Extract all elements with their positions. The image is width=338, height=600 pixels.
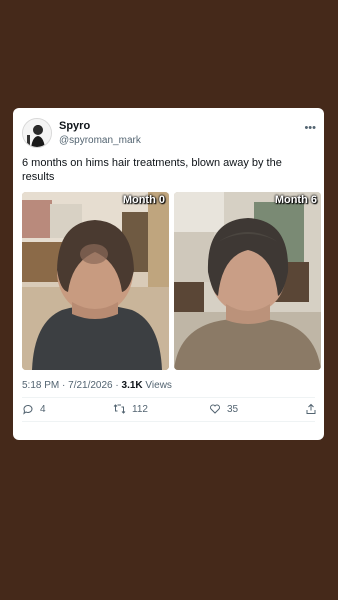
- views-label: Views: [142, 380, 172, 391]
- avatar[interactable]: [22, 118, 52, 148]
- author-handle[interactable]: @spyroman_mark: [59, 135, 141, 146]
- before-photo[interactable]: Month 0: [22, 192, 169, 370]
- divider: [22, 397, 315, 398]
- author-name[interactable]: Spyro: [59, 120, 90, 132]
- repost-icon: [113, 404, 126, 414]
- repost-count: 112: [132, 403, 148, 415]
- more-horizontal-icon[interactable]: •••: [304, 122, 316, 134]
- heart-icon: [210, 404, 220, 414]
- tweet-card: Spyro @spyroman_mark ••• 6 months on him…: [13, 108, 324, 440]
- views-count: 3.1K: [121, 380, 143, 391]
- like-button[interactable]: 35: [209, 401, 238, 417]
- reply-icon: [23, 404, 33, 415]
- repost-button[interactable]: 112: [113, 401, 148, 417]
- share-button[interactable]: [305, 401, 323, 417]
- bottom-divider: [22, 421, 315, 422]
- tweet-text: 6 months on hims hair treatments, blown …: [22, 157, 282, 183]
- reply-count: 4: [40, 403, 46, 415]
- reply-button[interactable]: 4: [22, 401, 46, 417]
- after-photo[interactable]: Month 6: [174, 192, 321, 370]
- like-count: 35: [227, 403, 239, 415]
- timestamp[interactable]: 5:18 PM · 7/21/2026 ·: [22, 380, 122, 391]
- month-6-label: Month 6: [274, 194, 317, 206]
- share-icon: [306, 403, 316, 414]
- month-0-label: Month 0: [122, 194, 165, 206]
- tweet-metadata: 5:18 PM · 7/21/2026 · 3.1K Views: [22, 380, 172, 391]
